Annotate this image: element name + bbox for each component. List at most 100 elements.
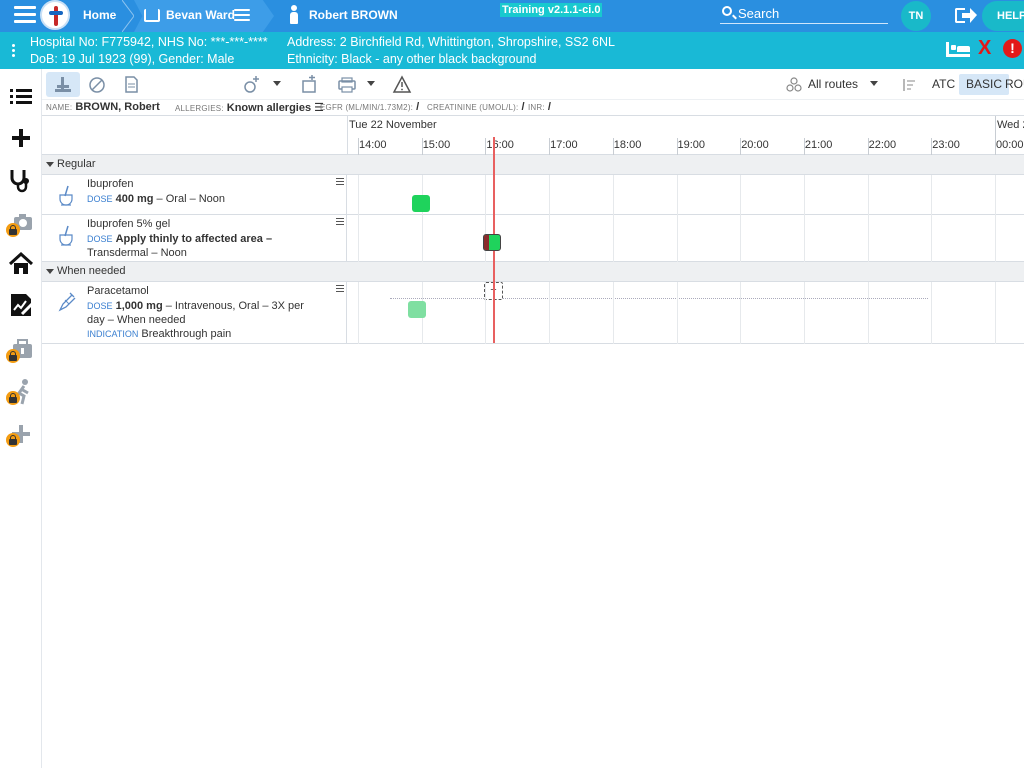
hour-label: 20:00: [741, 139, 769, 151]
hour-label: 18:00: [613, 139, 642, 151]
chart-doc-icon[interactable]: [6, 290, 36, 320]
hour-gridline: [931, 175, 933, 262]
logout-icon[interactable]: [955, 7, 977, 25]
row-menu-icon[interactable]: [336, 178, 344, 187]
alert-icon[interactable]: !: [1003, 39, 1022, 58]
patient-label: Robert BROWN: [309, 8, 398, 22]
add-medication-button[interactable]: [234, 72, 268, 97]
pill-icon: [89, 77, 105, 93]
creatinine-key: CREATININE (UMOL/L):: [427, 103, 519, 112]
document-icon: [125, 76, 138, 93]
bed-status-icon[interactable]: [946, 42, 970, 58]
breadcrumb-ward[interactable]: Bevan Ward: [134, 0, 274, 32]
hour-gridline: [485, 282, 487, 344]
hour-gridline: [803, 175, 805, 262]
creatinine-value: /: [521, 101, 525, 113]
given-dose-marker[interactable]: [412, 195, 430, 212]
banner-menu-icon[interactable]: [12, 44, 16, 59]
hour-gridline: [931, 282, 933, 344]
lock-icon: [6, 349, 20, 363]
name-key: NAME:: [46, 103, 73, 112]
close-patient-icon[interactable]: X: [978, 36, 991, 60]
hour-gridline: [358, 175, 359, 262]
extra-nav-item[interactable]: [6, 419, 36, 449]
mobility-nav-item[interactable]: [6, 377, 36, 407]
medication-row[interactable]: Ibuprofen 5% gel DOSE Apply thinly to af…: [42, 215, 1024, 262]
bed-icon: [144, 9, 160, 22]
medication-dose: DOSE 1,000 mg – Intravenous, Oral – 3X p…: [87, 300, 304, 326]
add-icon[interactable]: [6, 123, 36, 153]
inr-value: /: [547, 101, 551, 113]
print-dropdown-icon[interactable]: [367, 81, 375, 86]
group-label: When needed: [57, 265, 126, 277]
egfr-value: /: [416, 101, 420, 113]
list-icon[interactable]: [6, 81, 36, 111]
stethoscope-icon[interactable]: [6, 165, 36, 195]
allergies-value[interactable]: Known allergies: [227, 102, 311, 114]
user-avatar[interactable]: TN: [901, 1, 931, 31]
sort-icon[interactable]: [901, 77, 917, 93]
app-logo[interactable]: [40, 0, 70, 30]
help-button[interactable]: HELP: [982, 1, 1024, 31]
breadcrumb-separator: [122, 0, 134, 32]
print-button[interactable]: [329, 72, 363, 97]
routes-dropdown-icon[interactable]: [870, 81, 878, 86]
patient-ethnicity: Ethnicity: Black - any other black backg…: [287, 52, 537, 66]
late-dose-marker[interactable]: [483, 234, 501, 251]
hour-gridline: [995, 282, 996, 344]
print-icon: [338, 77, 356, 93]
hour-label: 00:00: [996, 139, 1024, 151]
group-regular[interactable]: Regular: [42, 155, 1024, 175]
medication-dose: DOSE Apply thinly to affected area – Tra…: [87, 233, 273, 259]
breadcrumb-patient[interactable]: Robert BROWN: [280, 0, 420, 32]
route-view-button[interactable]: ROU: [1002, 74, 1024, 95]
add-order-icon: [302, 75, 316, 93]
home-icon[interactable]: [6, 249, 36, 279]
timeline-header: Tue 22 November Wed 2 14:00 15:00 16:00 17:…: [42, 116, 1024, 155]
hour-gridline: [740, 282, 742, 344]
day-label-today: Tue 22 November: [349, 119, 437, 131]
group-when-needed[interactable]: When needed: [42, 262, 1024, 282]
hour-gridline: [867, 282, 869, 344]
side-navigation: [0, 69, 42, 768]
add-order-button[interactable]: [292, 72, 326, 97]
medication-name: Paracetamol: [87, 285, 149, 297]
pestle-med-icon: [59, 185, 73, 206]
hour-gridline: [676, 175, 678, 262]
search-icon: [722, 6, 732, 16]
search-input[interactable]: [738, 4, 886, 23]
search-field[interactable]: [720, 4, 888, 24]
group-label: Regular: [57, 158, 96, 170]
hour-gridline: [549, 175, 551, 262]
ward-label: Bevan Ward: [166, 8, 235, 22]
warnings-button[interactable]: [385, 72, 419, 97]
routes-filter-select[interactable]: All routes: [808, 77, 858, 91]
camera-nav-item[interactable]: [6, 209, 36, 239]
prn-dose-marker[interactable]: [408, 301, 426, 318]
hour-label: 14:00: [359, 139, 387, 151]
prn-window-line: [390, 298, 928, 299]
main-menu-icon[interactable]: [14, 6, 36, 26]
ward-menu-icon[interactable]: [234, 9, 250, 24]
row-menu-icon[interactable]: [336, 285, 344, 294]
medication-row[interactable]: Paracetamol DOSE 1,000 mg – Intravenous,…: [42, 282, 1024, 344]
hour-label: 19:00: [677, 139, 706, 151]
atc-view-button[interactable]: ATC: [927, 74, 960, 95]
document-button[interactable]: [114, 72, 148, 97]
no-entry-button[interactable]: [80, 72, 114, 97]
syringe-icon: [58, 292, 76, 312]
warning-icon: [392, 75, 412, 93]
hour-gridline: [421, 175, 423, 262]
medication-row[interactable]: Ibuprofen DOSE 400 mg – Oral – Noon: [42, 175, 1024, 215]
administration-view-button[interactable]: [46, 72, 80, 97]
add-medication-dropdown-icon[interactable]: [273, 81, 281, 86]
patient-banner: Hospital No: F775942, NHS No: ***-***-**…: [0, 32, 1024, 69]
hour-gridline: [803, 282, 805, 344]
row-menu-icon[interactable]: [336, 218, 344, 227]
hour-label: 23:00: [932, 139, 960, 151]
collapse-icon: [46, 162, 54, 167]
medication-name: Ibuprofen: [87, 178, 134, 190]
add-pill-icon: [244, 76, 259, 93]
hour-gridline: [867, 175, 869, 262]
briefcase-nav-item[interactable]: [6, 335, 36, 365]
